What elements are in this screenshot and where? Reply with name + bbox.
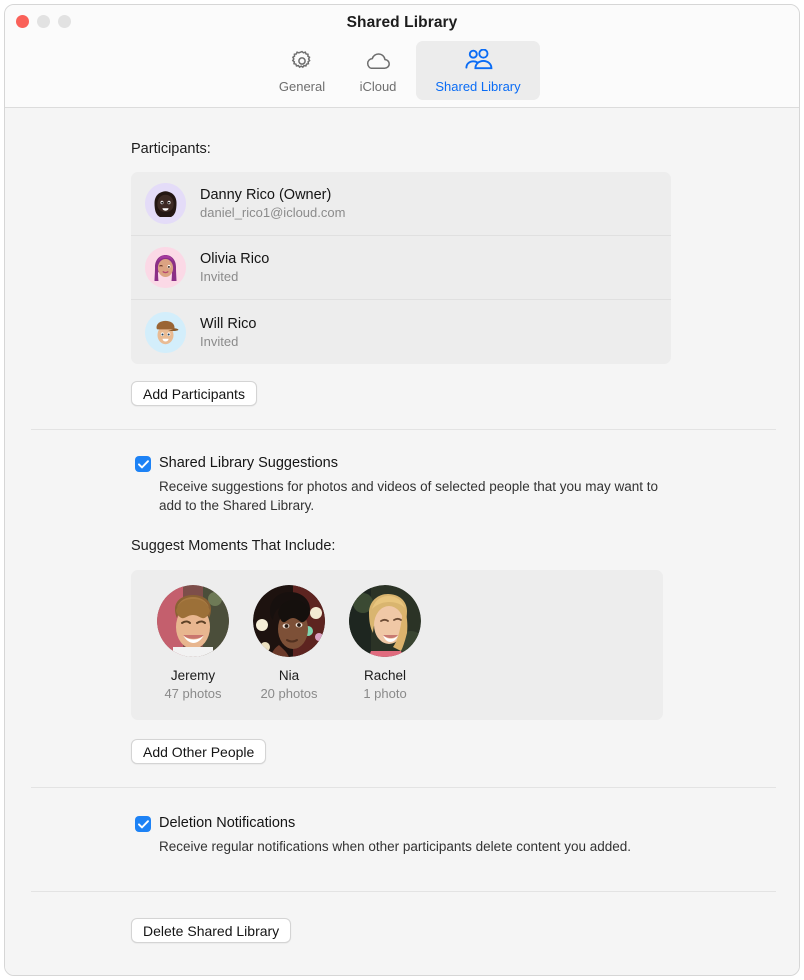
participant-subtitle: daniel_rico1@icloud.com [200, 205, 346, 220]
avatar [145, 183, 186, 224]
suggested-person[interactable]: Jeremy 47 photos [153, 585, 233, 701]
participant-row[interactable]: Olivia Rico Invited [131, 236, 671, 300]
suggested-person[interactable]: Nia 20 photos [249, 585, 329, 701]
shared-library-suggestions-label: Shared Library Suggestions [159, 455, 338, 471]
divider [31, 891, 776, 892]
deletion-notifications-row: Deletion Notifications Receive regular n… [135, 815, 655, 856]
participant-info: Danny Rico (Owner) daniel_rico1@icloud.c… [200, 187, 345, 220]
person-name: Rachel [363, 668, 407, 683]
participant-subtitle: Invited [200, 333, 239, 349]
divider [31, 429, 776, 430]
window-title: Shared Library [346, 14, 458, 31]
participant-name: Will Rico [200, 315, 257, 332]
tab-shared-library-label: Shared Library [435, 79, 521, 94]
people-two-icon [463, 47, 493, 74]
tab-general[interactable]: General [264, 41, 340, 100]
tab-icloud-label: iCloud [359, 79, 397, 94]
person-name: Jeremy [170, 668, 216, 683]
participant-name: Olivia Rico [200, 251, 270, 267]
person-photo-count: 1 photo [363, 686, 407, 701]
tab-icloud[interactable]: iCloud [340, 41, 416, 100]
toolbar-tabs: General iCloud Shared Library [5, 41, 799, 100]
participant-row[interactable]: Will Rico Invited [131, 300, 671, 364]
title-bar: Shared Library General iCloud Shared Lib… [5, 5, 799, 108]
participants-list: Danny Rico (Owner) daniel_rico1@icloud.c… [131, 172, 671, 364]
avatar [145, 247, 186, 288]
suggested-people-box: Jeremy 47 photos Nia 20 photos Rachel 1 … [131, 570, 663, 720]
participant-row[interactable]: Danny Rico (Owner) daniel_rico1@icloud.c… [131, 172, 671, 236]
person-name: Nia [278, 668, 300, 683]
participants-heading: Participants: [131, 141, 211, 157]
suggested-person[interactable]: Rachel 1 photo [345, 585, 425, 701]
cloud-icon [364, 47, 392, 74]
suggest-moments-heading: Suggest Moments That Include: [131, 538, 336, 554]
deletion-notifications-description: Receive regular notifications when other… [159, 839, 632, 854]
person-photo-count: 20 photos [260, 686, 318, 701]
deletion-notifications-checkbox[interactable] [135, 816, 151, 832]
tab-general-label: General [278, 79, 326, 94]
add-other-people-button[interactable]: Add Other People [131, 739, 267, 764]
preferences-body: Participants: Danny Rico (Owner) daniel_… [5, 108, 799, 975]
participant-info: Olivia Rico Invited [200, 251, 269, 284]
person-photo [253, 585, 325, 657]
delete-shared-library-button[interactable]: Delete Shared Library [131, 918, 292, 943]
preferences-window: Shared Library General iCloud Shared Lib… [4, 4, 800, 976]
divider [31, 787, 776, 788]
shared-library-suggestions-description: Receive suggestions for photos and video… [159, 479, 659, 514]
gear-icon [290, 47, 314, 74]
tab-shared-library[interactable]: Shared Library [416, 41, 540, 100]
participant-name: Danny Rico (Owner) [200, 187, 332, 203]
avatar [145, 311, 186, 353]
person-photo [349, 585, 421, 657]
person-photo [157, 585, 229, 657]
participant-info: Will Rico Invited [200, 316, 256, 349]
shared-library-suggestions-row: Shared Library Suggestions Receive sugge… [135, 455, 658, 515]
participant-subtitle: Invited [200, 269, 239, 284]
shared-library-suggestions-checkbox[interactable] [135, 456, 151, 472]
add-participants-button[interactable]: Add Participants [131, 381, 257, 406]
person-photo-count: 47 photos [164, 686, 222, 701]
suggested-people-row: Jeremy 47 photos Nia 20 photos Rachel 1 … [131, 570, 663, 701]
deletion-notifications-label: Deletion Notifications [159, 815, 296, 831]
